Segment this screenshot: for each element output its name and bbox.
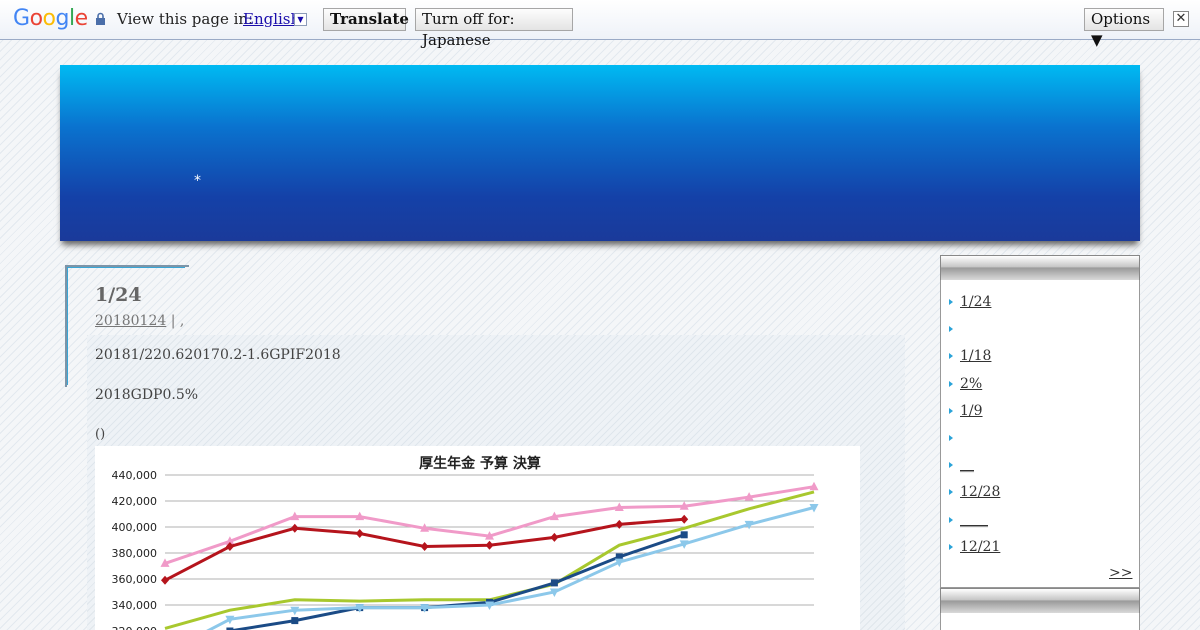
more-link[interactable]: >> [1109, 565, 1132, 581]
y-tick-label: 380,000 [112, 547, 158, 560]
logo-letter: g [55, 6, 70, 31]
data-point [550, 579, 558, 587]
sidebar-link[interactable]: 1/24 [960, 294, 991, 310]
pension-chart-svg: 厚生年金 予算 決算 440,000 420,000 400,000 380,000 3… [112, 455, 819, 630]
series-line [206, 506, 815, 630]
bullet-icon [949, 462, 953, 468]
options-button[interactable]: Options ▼ [1084, 8, 1164, 49]
bullet-icon [949, 381, 953, 387]
google-logo: Google [13, 6, 88, 31]
series-line [164, 485, 815, 565]
logo-letter: e [74, 6, 89, 31]
recent-posts-box: 1/24 1/18 2% 1/9 __ 12/28 ____ 12/21 >> [940, 280, 1140, 588]
data-point [550, 532, 559, 542]
sidebar-link[interactable]: 1/9 [960, 403, 983, 419]
post-date-link[interactable]: 20180124 [95, 313, 166, 329]
post-body: 20181/220.620170.2-1.6GPIF2018 2018GDP0.… [87, 335, 905, 630]
close-icon[interactable]: ✕ [1173, 11, 1189, 27]
y-tick-label: 440,000 [112, 469, 158, 482]
data-point [680, 531, 688, 539]
y-tick-label: 360,000 [112, 573, 158, 586]
chart-title: 厚生年金 予算 決算 [419, 455, 541, 472]
bullet-icon [949, 544, 953, 550]
turn-off-button[interactable]: Turn off for: Japanese [415, 8, 573, 49]
data-point [355, 529, 364, 538]
y-tick-label: 400,000 [112, 521, 158, 534]
translate-button[interactable]: Translate [323, 8, 409, 31]
view-page-label: View this page in: [117, 10, 254, 28]
data-point [161, 575, 169, 585]
language-select[interactable]: English [243, 10, 300, 28]
lock-icon [96, 12, 105, 25]
sidebar-link[interactable]: 12/21 [960, 539, 1000, 555]
sidebar: 1/24 1/18 2% 1/9 __ 12/28 ____ 12/21 >> [940, 255, 1140, 630]
sidebar-link[interactable]: 12/28 [960, 484, 1000, 500]
bullet-icon [949, 517, 953, 523]
post-paragraph: 2018GDP0.5% [95, 387, 199, 403]
bullet-icon [949, 435, 953, 441]
post-paragraph: () [95, 427, 106, 442]
y-tick-label: 320,000 [112, 625, 158, 630]
bullet-icon [949, 408, 953, 414]
post-meta-separator: | , [166, 313, 185, 329]
post-paragraph: 20181/220.620170.2-1.6GPIF2018 [95, 347, 341, 363]
header-star: * [194, 173, 201, 189]
data-point [485, 540, 494, 550]
y-tick-label: 340,000 [112, 599, 158, 612]
y-tick-label: 420,000 [112, 495, 158, 508]
pension-chart: 厚生年金 予算 決算 440,000 420,000 400,000 380,000 3… [95, 446, 860, 630]
sidebar-header-2 [940, 588, 1140, 614]
bullet-icon [949, 326, 953, 332]
sidebar-header [940, 255, 1140, 281]
chart-series-group [160, 481, 819, 630]
logo-letter: G [13, 6, 30, 31]
bullet-icon [949, 489, 953, 495]
bullet-icon [949, 299, 953, 305]
logo-letter: o [42, 6, 56, 31]
translate-bar: Google View this page in: English ▼ Tran… [0, 0, 1200, 49]
post-title[interactable]: 1/24 [95, 284, 142, 306]
sidebar-link[interactable]: __ [960, 457, 974, 473]
sidebar-link[interactable]: 2% [960, 376, 982, 392]
sidebar-link[interactable]: ____ [960, 512, 988, 528]
blog-header-banner: * [60, 65, 1140, 241]
data-point [615, 519, 624, 529]
sidebar-link[interactable]: 1/18 [960, 348, 991, 364]
data-point [291, 617, 299, 625]
main-content: 1/24 20180124 | , 20181/220.620170.2-1.6… [70, 268, 915, 630]
sidebar-box-2 [940, 613, 1140, 630]
data-point [680, 514, 689, 524]
data-point [420, 542, 429, 551]
language-dropdown-icon[interactable]: ▼ [294, 13, 307, 26]
logo-letter: o [29, 6, 43, 31]
data-point [290, 523, 299, 533]
post-meta: 20180124 | , [95, 313, 184, 329]
bullet-icon [949, 353, 953, 359]
